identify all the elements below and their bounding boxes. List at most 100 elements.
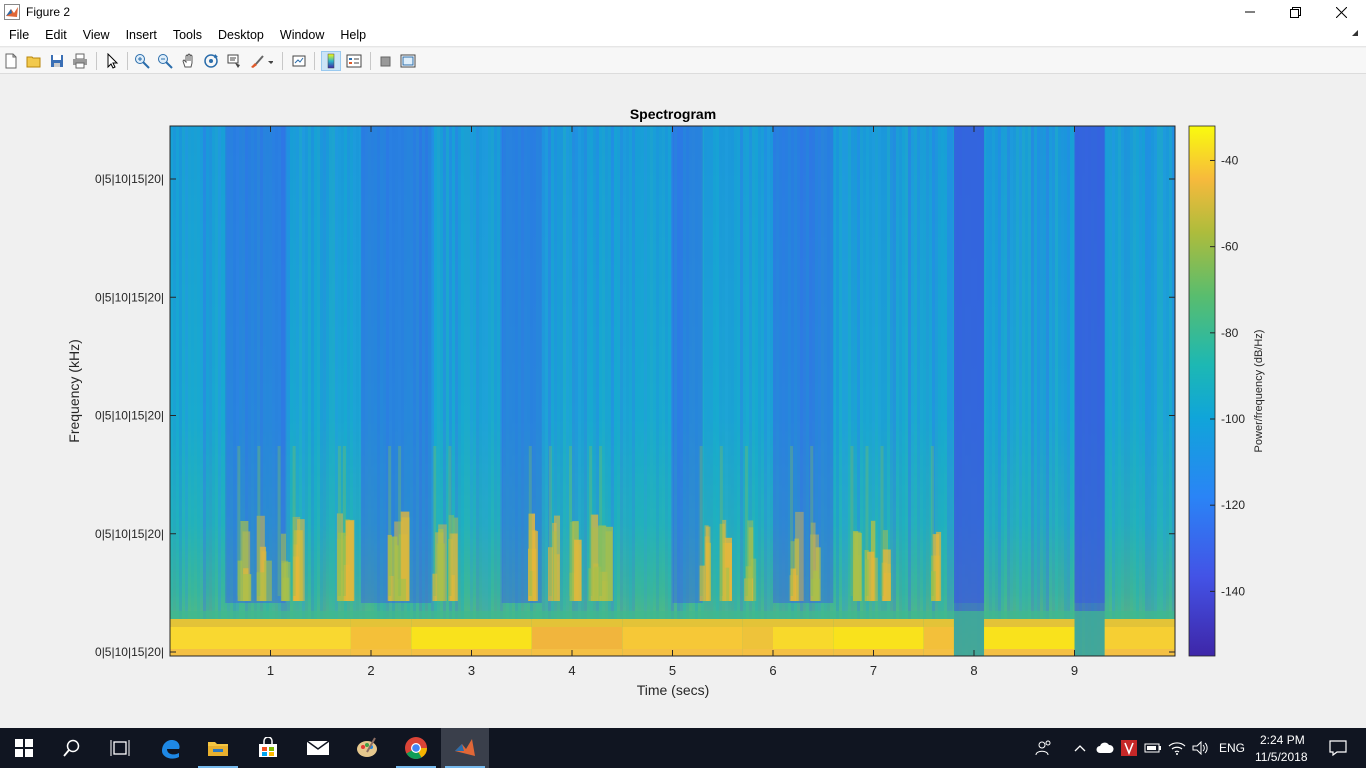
action-center-button[interactable] <box>1318 728 1358 768</box>
y-tick-label: 0|5|10|15|20| <box>95 290 164 304</box>
print-button[interactable] <box>70 51 90 71</box>
x-tick-label: 3 <box>468 663 475 678</box>
close-button[interactable] <box>1318 0 1364 24</box>
show-plot-tools-button[interactable] <box>398 51 418 71</box>
low-band-lower <box>1104 649 1175 656</box>
spectrogram-stripe <box>1028 126 1031 656</box>
colorbar-button[interactable] <box>321 51 341 71</box>
spectrogram-stripe <box>494 126 497 656</box>
dock-arrow-icon[interactable] <box>1352 30 1360 38</box>
people-button[interactable] <box>1022 728 1066 768</box>
battery-tray-button[interactable] <box>1142 728 1164 768</box>
menu-edit[interactable]: Edit <box>37 24 75 47</box>
energy-burst-tail <box>528 446 532 596</box>
spectrogram-stripe <box>761 126 764 656</box>
open-file-button[interactable] <box>24 51 44 71</box>
low-band-core <box>984 627 1075 649</box>
onedrive-tray-button[interactable] <box>1094 728 1116 768</box>
rotate-3d-button[interactable] <box>201 51 221 71</box>
show-hidden-icons-button[interactable] <box>1068 728 1092 768</box>
energy-burst <box>936 531 942 601</box>
spectrogram-stripe <box>1004 126 1007 656</box>
spectrogram-stripe <box>188 126 191 656</box>
spectrogram-stripe <box>926 126 929 656</box>
menu-help[interactable]: Help <box>332 24 374 47</box>
spectrogram-stripe <box>320 126 323 656</box>
paint-taskbar-button[interactable] <box>343 728 391 768</box>
spectrogram-plot[interactable]: Spectrogram 1 2 3 4 5 6 7 8 9 0|5|10|15|20| 0|5|1… <box>0 75 1366 728</box>
search-icon <box>63 739 80 757</box>
spectrogram-stripe <box>1031 126 1034 656</box>
energy-burst <box>552 531 557 601</box>
menu-tools[interactable]: Tools <box>165 24 210 47</box>
spectrogram-stripe <box>1052 126 1055 656</box>
low-band-lower <box>923 649 954 656</box>
volume-tray-button[interactable] <box>1190 728 1212 768</box>
energy-burst <box>436 543 446 601</box>
task-view-button[interactable] <box>96 728 144 768</box>
zoom-in-button[interactable] <box>132 51 152 71</box>
search-button[interactable] <box>48 728 96 768</box>
spectrogram-stripe <box>989 126 992 656</box>
menu-file[interactable]: File <box>0 24 37 47</box>
rotate-3d-icon <box>204 54 218 68</box>
clock-date[interactable]: 11/5/2018 <box>1255 750 1308 764</box>
file-explorer-taskbar-button[interactable] <box>194 728 242 768</box>
zoom-out-button[interactable] <box>155 51 175 71</box>
pan-button[interactable] <box>178 51 198 71</box>
restore-button[interactable] <box>1272 0 1318 24</box>
energy-burst <box>704 525 709 601</box>
energy-burst-tail <box>865 446 869 596</box>
spectrogram-stripe <box>476 126 479 656</box>
data-cursor-button[interactable] <box>224 51 244 71</box>
spectrogram-stripe <box>464 126 467 656</box>
select-pointer-icon <box>107 53 119 69</box>
low-band-upper <box>742 619 773 627</box>
menu-window[interactable]: Window <box>272 24 332 47</box>
mail-taskbar-button[interactable] <box>294 728 342 768</box>
vpn-tray-button[interactable] <box>1118 728 1140 768</box>
language-indicator[interactable]: ENG <box>1219 741 1245 755</box>
matlab-taskbar-button[interactable] <box>441 728 489 768</box>
spectrogram-stripe <box>563 126 566 656</box>
brush-button[interactable] <box>247 51 275 71</box>
spectrogram-stripe <box>1070 126 1073 656</box>
edge-taskbar-button[interactable] <box>146 728 194 768</box>
spectrogram-stripe <box>635 126 638 656</box>
energy-burst-tail <box>398 446 402 596</box>
spectrogram-stripe <box>716 126 719 656</box>
wifi-tray-button[interactable] <box>1166 728 1188 768</box>
chrome-taskbar-button[interactable] <box>392 728 440 768</box>
colorbar-tick-label: -100 <box>1221 412 1245 426</box>
link-plot-button[interactable] <box>289 51 309 71</box>
menu-desktop[interactable]: Desktop <box>210 24 272 47</box>
spectrogram-stripe <box>1019 126 1022 656</box>
spectrogram-stripe <box>1013 126 1016 656</box>
x-tick-label: 8 <box>970 663 977 678</box>
hide-plot-tools-button[interactable] <box>375 51 395 71</box>
spectrogram-stripe <box>1142 126 1145 656</box>
legend-button[interactable] <box>344 51 364 71</box>
quiet-segment <box>672 126 703 603</box>
spectrogram-stripe <box>737 126 740 656</box>
store-taskbar-button[interactable] <box>244 728 292 768</box>
clock-time[interactable]: 2:24 PM <box>1260 733 1305 747</box>
quiet-segment-strong <box>953 126 985 656</box>
start-button[interactable] <box>0 728 48 768</box>
select-button[interactable] <box>102 51 122 71</box>
colorbar[interactable] <box>1188 125 1216 657</box>
energy-burst-tail <box>448 446 452 596</box>
spectrogram-stripe <box>1136 126 1139 656</box>
low-band-core <box>350 627 412 649</box>
spectrogram-stripe <box>1037 126 1040 656</box>
spectrogram-stripe <box>1139 126 1142 656</box>
low-band-upper <box>923 619 954 627</box>
minimize-button[interactable] <box>1227 0 1273 24</box>
save-button[interactable] <box>47 51 67 71</box>
low-band-upper <box>411 619 532 627</box>
menu-insert[interactable]: Insert <box>118 24 165 47</box>
new-figure-button[interactable] <box>1 51 21 71</box>
colorbar-tick-label: -60 <box>1221 240 1239 254</box>
menu-view[interactable]: View <box>75 24 118 47</box>
hide-plot-tools-icon <box>380 56 391 67</box>
